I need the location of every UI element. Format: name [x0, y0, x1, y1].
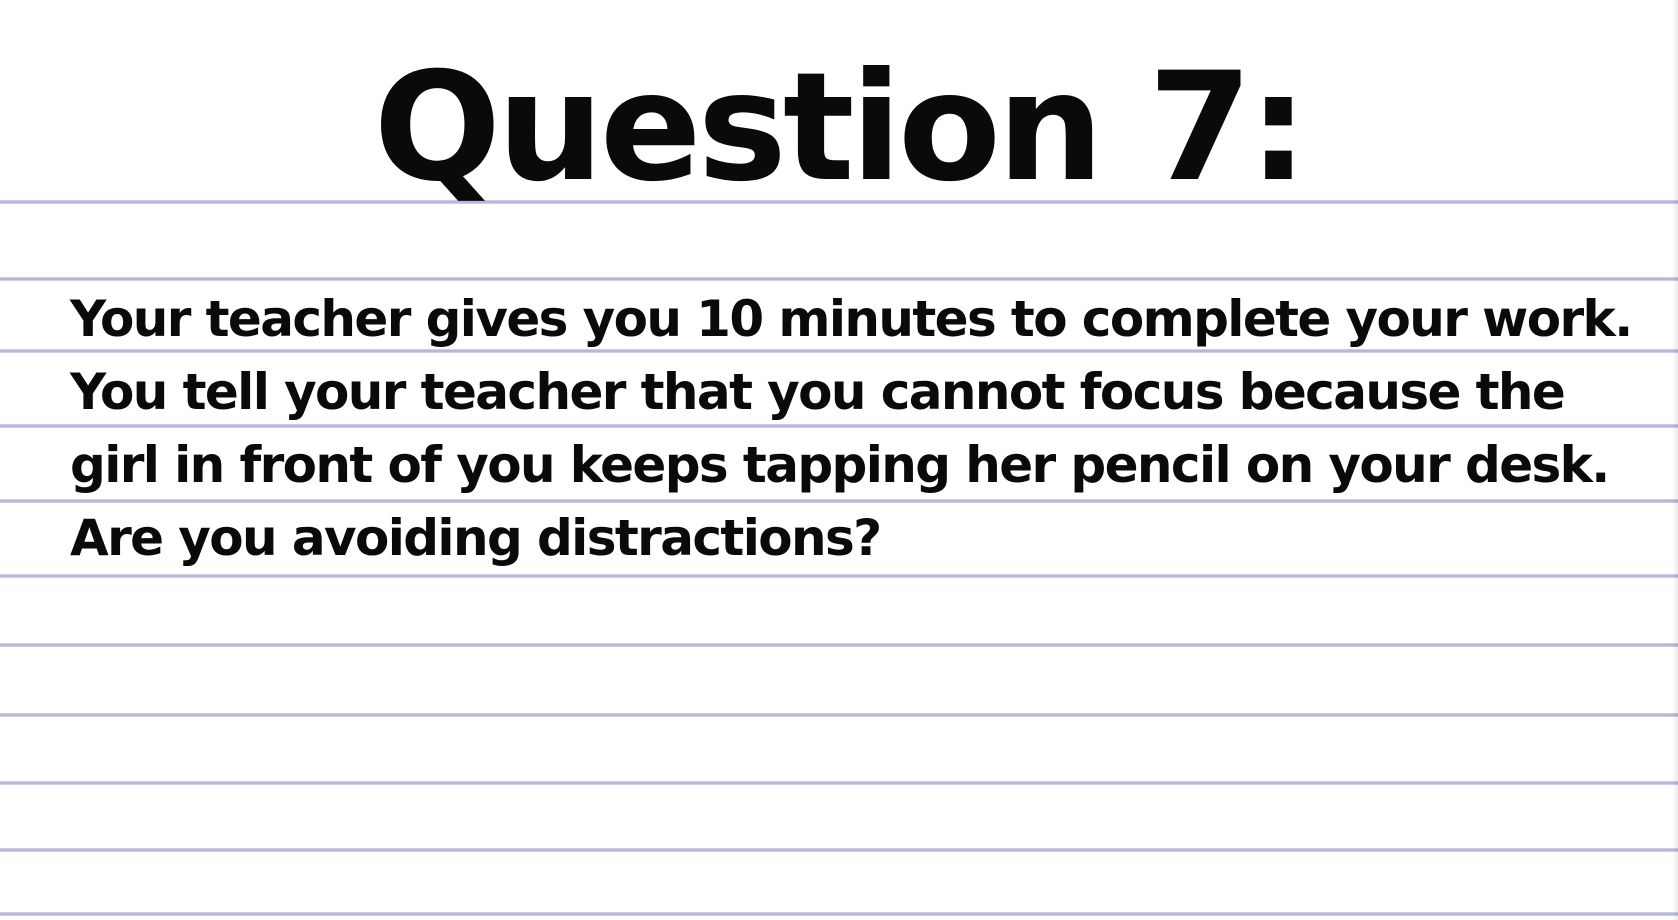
ruled-line: [0, 781, 1678, 785]
ruled-line: [0, 713, 1678, 717]
ruled-paper-card: Question 7: Your teacher gives you 10 mi…: [0, 0, 1678, 920]
ruled-line: [0, 912, 1678, 916]
question-line: Are you avoiding distractions?: [70, 509, 882, 567]
question-text: Your teacher gives you 10 minutes to com…: [70, 283, 1633, 575]
question-line: Your teacher gives you 10 minutes to com…: [70, 290, 1633, 348]
question-line: You tell your teacher that you cannot fo…: [70, 363, 1566, 421]
page-title: Question 7:: [373, 41, 1309, 215]
ruled-line: [0, 277, 1678, 281]
ruled-line: [0, 643, 1678, 647]
ruled-line: [0, 848, 1678, 852]
question-line: girl in front of you keeps tapping her p…: [70, 436, 1610, 494]
